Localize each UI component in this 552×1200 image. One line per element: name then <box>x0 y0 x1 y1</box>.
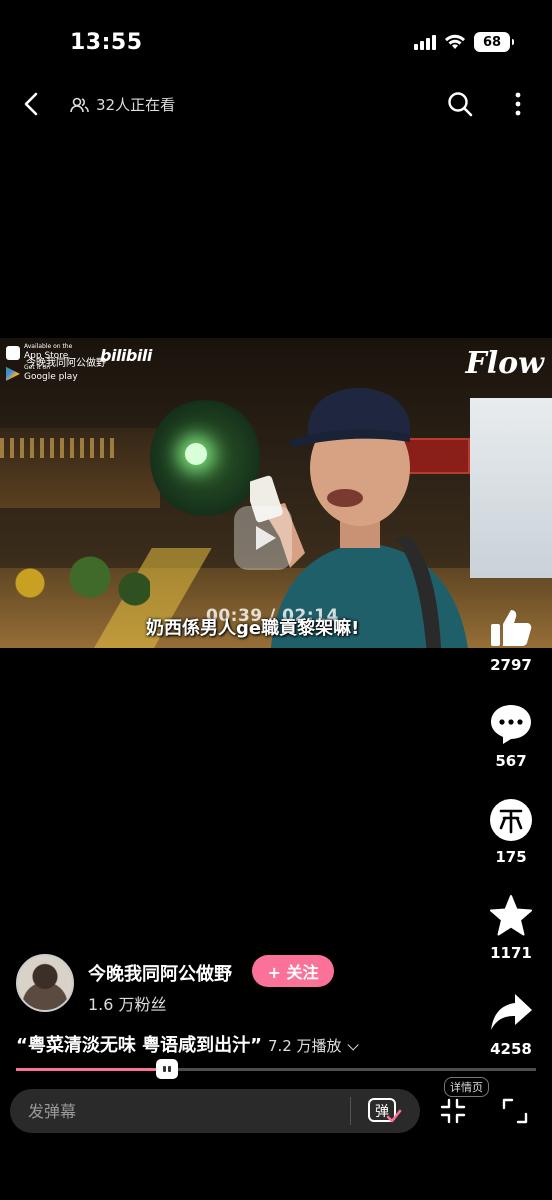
apple-icon <box>6 345 20 360</box>
viewer-count: 32人正在看 <box>70 94 175 115</box>
flow-logo: Flow <box>465 346 544 381</box>
battery-level: 68 <box>482 34 502 50</box>
uploader-name[interactable]: 今晚我同阿公做野 <box>88 960 232 986</box>
progress-handle[interactable] <box>156 1059 178 1079</box>
video-info[interactable]: “粤菜清淡无味 粤语咸到出汁” 7.2 万播放 <box>16 1031 359 1057</box>
video-scene-plants <box>0 553 150 613</box>
comment-button[interactable]: 567 <box>487 700 535 796</box>
fan-count: 1.6 万粉丝 <box>88 995 167 1014</box>
search-icon[interactable] <box>446 90 474 118</box>
fullscreen-icon[interactable] <box>502 1098 528 1124</box>
bilibili-logo: bilibili <box>100 346 152 365</box>
video-scene-lights <box>0 438 120 458</box>
video-player[interactable]: Available on the App Store Get it on Goo… <box>0 338 552 648</box>
chevron-down-icon[interactable] <box>347 1039 359 1051</box>
battery-indicator: 68 <box>474 32 514 52</box>
danmu-bar: 弹 <box>10 1089 420 1133</box>
action-column: 2797 567 175 1171 4258 <box>484 604 538 1084</box>
status-icons: 68 <box>414 32 514 52</box>
play-count: 7.2 万播放 <box>267 1037 342 1055</box>
status-time: 13:55 <box>70 30 143 55</box>
video-subtitle: 奶西係男人ge職貢黎架嘛! <box>146 618 360 639</box>
viewer-count-text: 32人正在看 <box>96 96 176 114</box>
follow-button[interactable]: + 关注 <box>252 955 334 987</box>
uploader-avatar[interactable] <box>16 954 74 1012</box>
coin-button[interactable]: 175 <box>487 796 535 892</box>
channel-watermark: 今晚我同阿公做野 <box>26 358 106 369</box>
divider <box>350 1097 351 1125</box>
wifi-icon <box>445 34 465 49</box>
collapse-icon[interactable] <box>440 1098 466 1124</box>
danmu-toggle-button[interactable]: 弹 <box>368 1097 402 1125</box>
back-arrow-icon[interactable] <box>18 90 46 118</box>
thumbs-up-icon <box>491 610 532 646</box>
signal-icon <box>414 34 436 50</box>
like-count: 2797 <box>490 656 532 674</box>
share-icon <box>491 994 532 1030</box>
google-play-text: Google play <box>24 372 78 383</box>
share-count: 4258 <box>490 1040 532 1058</box>
favorite-count: 1171 <box>490 944 532 962</box>
google-play-icon <box>6 366 20 381</box>
progress-fill <box>16 1068 167 1071</box>
star-icon <box>490 895 532 936</box>
comment-icon <box>491 705 531 744</box>
play-button-icon[interactable] <box>234 506 292 570</box>
danmu-toggle-icon: 弹 <box>368 1098 402 1123</box>
coin-count: 175 <box>495 848 527 866</box>
favorite-button[interactable]: 1171 <box>487 892 535 988</box>
like-button[interactable]: 2797 <box>487 604 535 700</box>
detail-page-label[interactable]: 详情页 <box>444 1077 489 1097</box>
more-options-icon[interactable] <box>504 90 532 118</box>
app-store-top-text: Available on the <box>24 343 73 350</box>
danmu-input[interactable] <box>28 1089 348 1133</box>
progress-bar[interactable] <box>16 1059 536 1079</box>
coin-icon <box>490 799 532 841</box>
video-title: “粤菜清淡无味 粤语咸到出汁” <box>16 1035 262 1056</box>
video-scene-building <box>470 398 552 578</box>
comment-count: 567 <box>495 752 527 770</box>
people-icon <box>70 97 89 112</box>
video-scene-lamp <box>185 443 207 465</box>
